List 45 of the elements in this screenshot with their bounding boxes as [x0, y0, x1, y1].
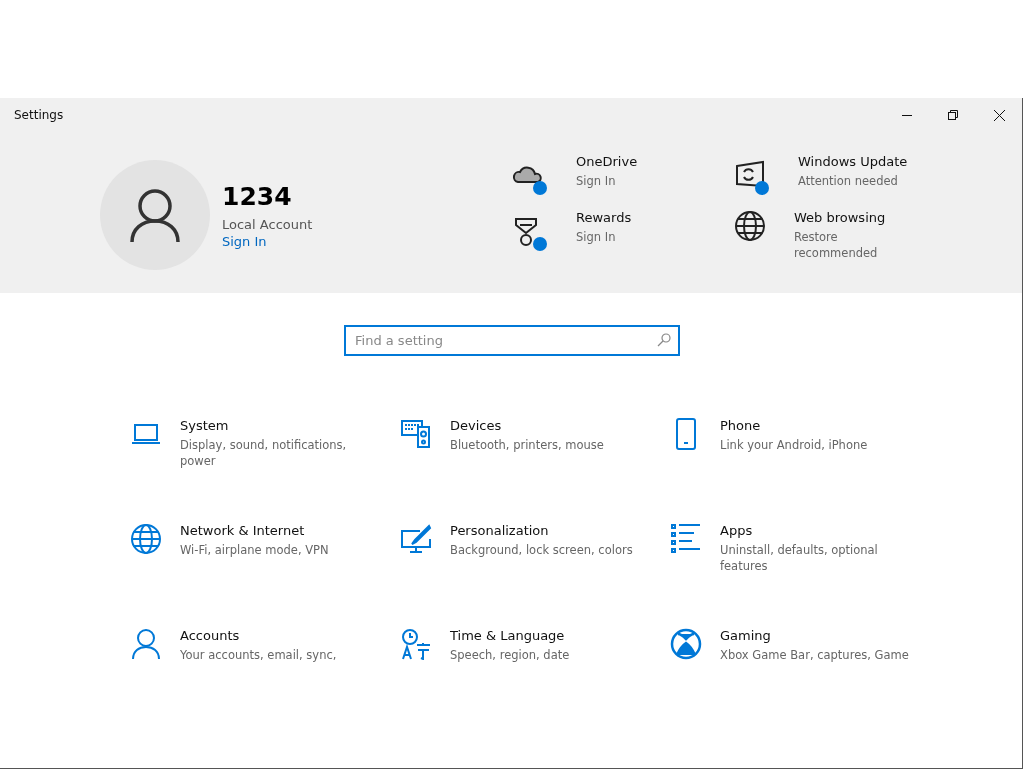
- category-description: Xbox Game Bar, captures, Game: [720, 647, 910, 663]
- category-title[interactable]: Time & Language: [450, 628, 640, 643]
- window-title: Settings: [13, 108, 64, 122]
- monitor-brush-icon: [400, 523, 432, 555]
- category-title[interactable]: Accounts: [180, 628, 370, 643]
- update-icon: [734, 160, 770, 196]
- clock-language-icon: [400, 628, 432, 660]
- category-description: Speech, region, date: [450, 647, 571, 663]
- xbox-icon: [670, 628, 702, 660]
- account-type: Local Account: [222, 216, 313, 232]
- close-icon: [993, 109, 1005, 121]
- restore-icon: [948, 110, 958, 120]
- category-title[interactable]: Gaming: [720, 628, 910, 643]
- sign-in-link[interactable]: Sign In: [222, 233, 313, 249]
- search-field[interactable]: Find a setting: [344, 325, 680, 356]
- keyboard-speaker-icon: [400, 418, 432, 450]
- category-description: Wi-Fi, airplane mode, VPN: [180, 542, 330, 558]
- category-description: Your accounts, email, sync,: [180, 647, 338, 663]
- medal-icon: [512, 216, 548, 252]
- category-description: Link your Android, iPhone: [720, 437, 869, 453]
- category-title[interactable]: System: [180, 418, 370, 433]
- quick-link-status: Sign In: [576, 229, 617, 245]
- list-icon: [670, 523, 702, 555]
- category-description: Display, sound, notifications, power: [180, 437, 348, 469]
- quick-link-status: Sign In: [576, 173, 617, 189]
- category-description: Background, lock screen, colors: [450, 542, 634, 558]
- category-description: Uninstall, defaults, optional features: [720, 542, 879, 574]
- avatar-silhouette-icon: [100, 160, 210, 270]
- account-name: 1234: [222, 181, 293, 211]
- quick-link-title[interactable]: Rewards: [576, 210, 696, 225]
- category-title[interactable]: Network & Internet: [180, 523, 370, 538]
- quick-link-title[interactable]: Web browsing: [794, 210, 914, 225]
- search-icon: [657, 333, 671, 347]
- category-title[interactable]: Apps: [720, 523, 910, 538]
- category-title[interactable]: Phone: [720, 418, 910, 433]
- person-icon: [130, 628, 162, 660]
- category-title[interactable]: Devices: [450, 418, 640, 433]
- globe-icon: [130, 523, 162, 555]
- quick-link-status: Restore recommended: [794, 229, 879, 261]
- category-description: Bluetooth, printers, mouse: [450, 437, 605, 453]
- category-title[interactable]: Personalization: [450, 523, 640, 538]
- quick-link-status: Attention needed: [798, 173, 899, 189]
- quick-link-title[interactable]: Windows Update: [798, 154, 918, 169]
- quick-link-title[interactable]: OneDrive: [576, 154, 696, 169]
- globe-icon: [734, 210, 766, 242]
